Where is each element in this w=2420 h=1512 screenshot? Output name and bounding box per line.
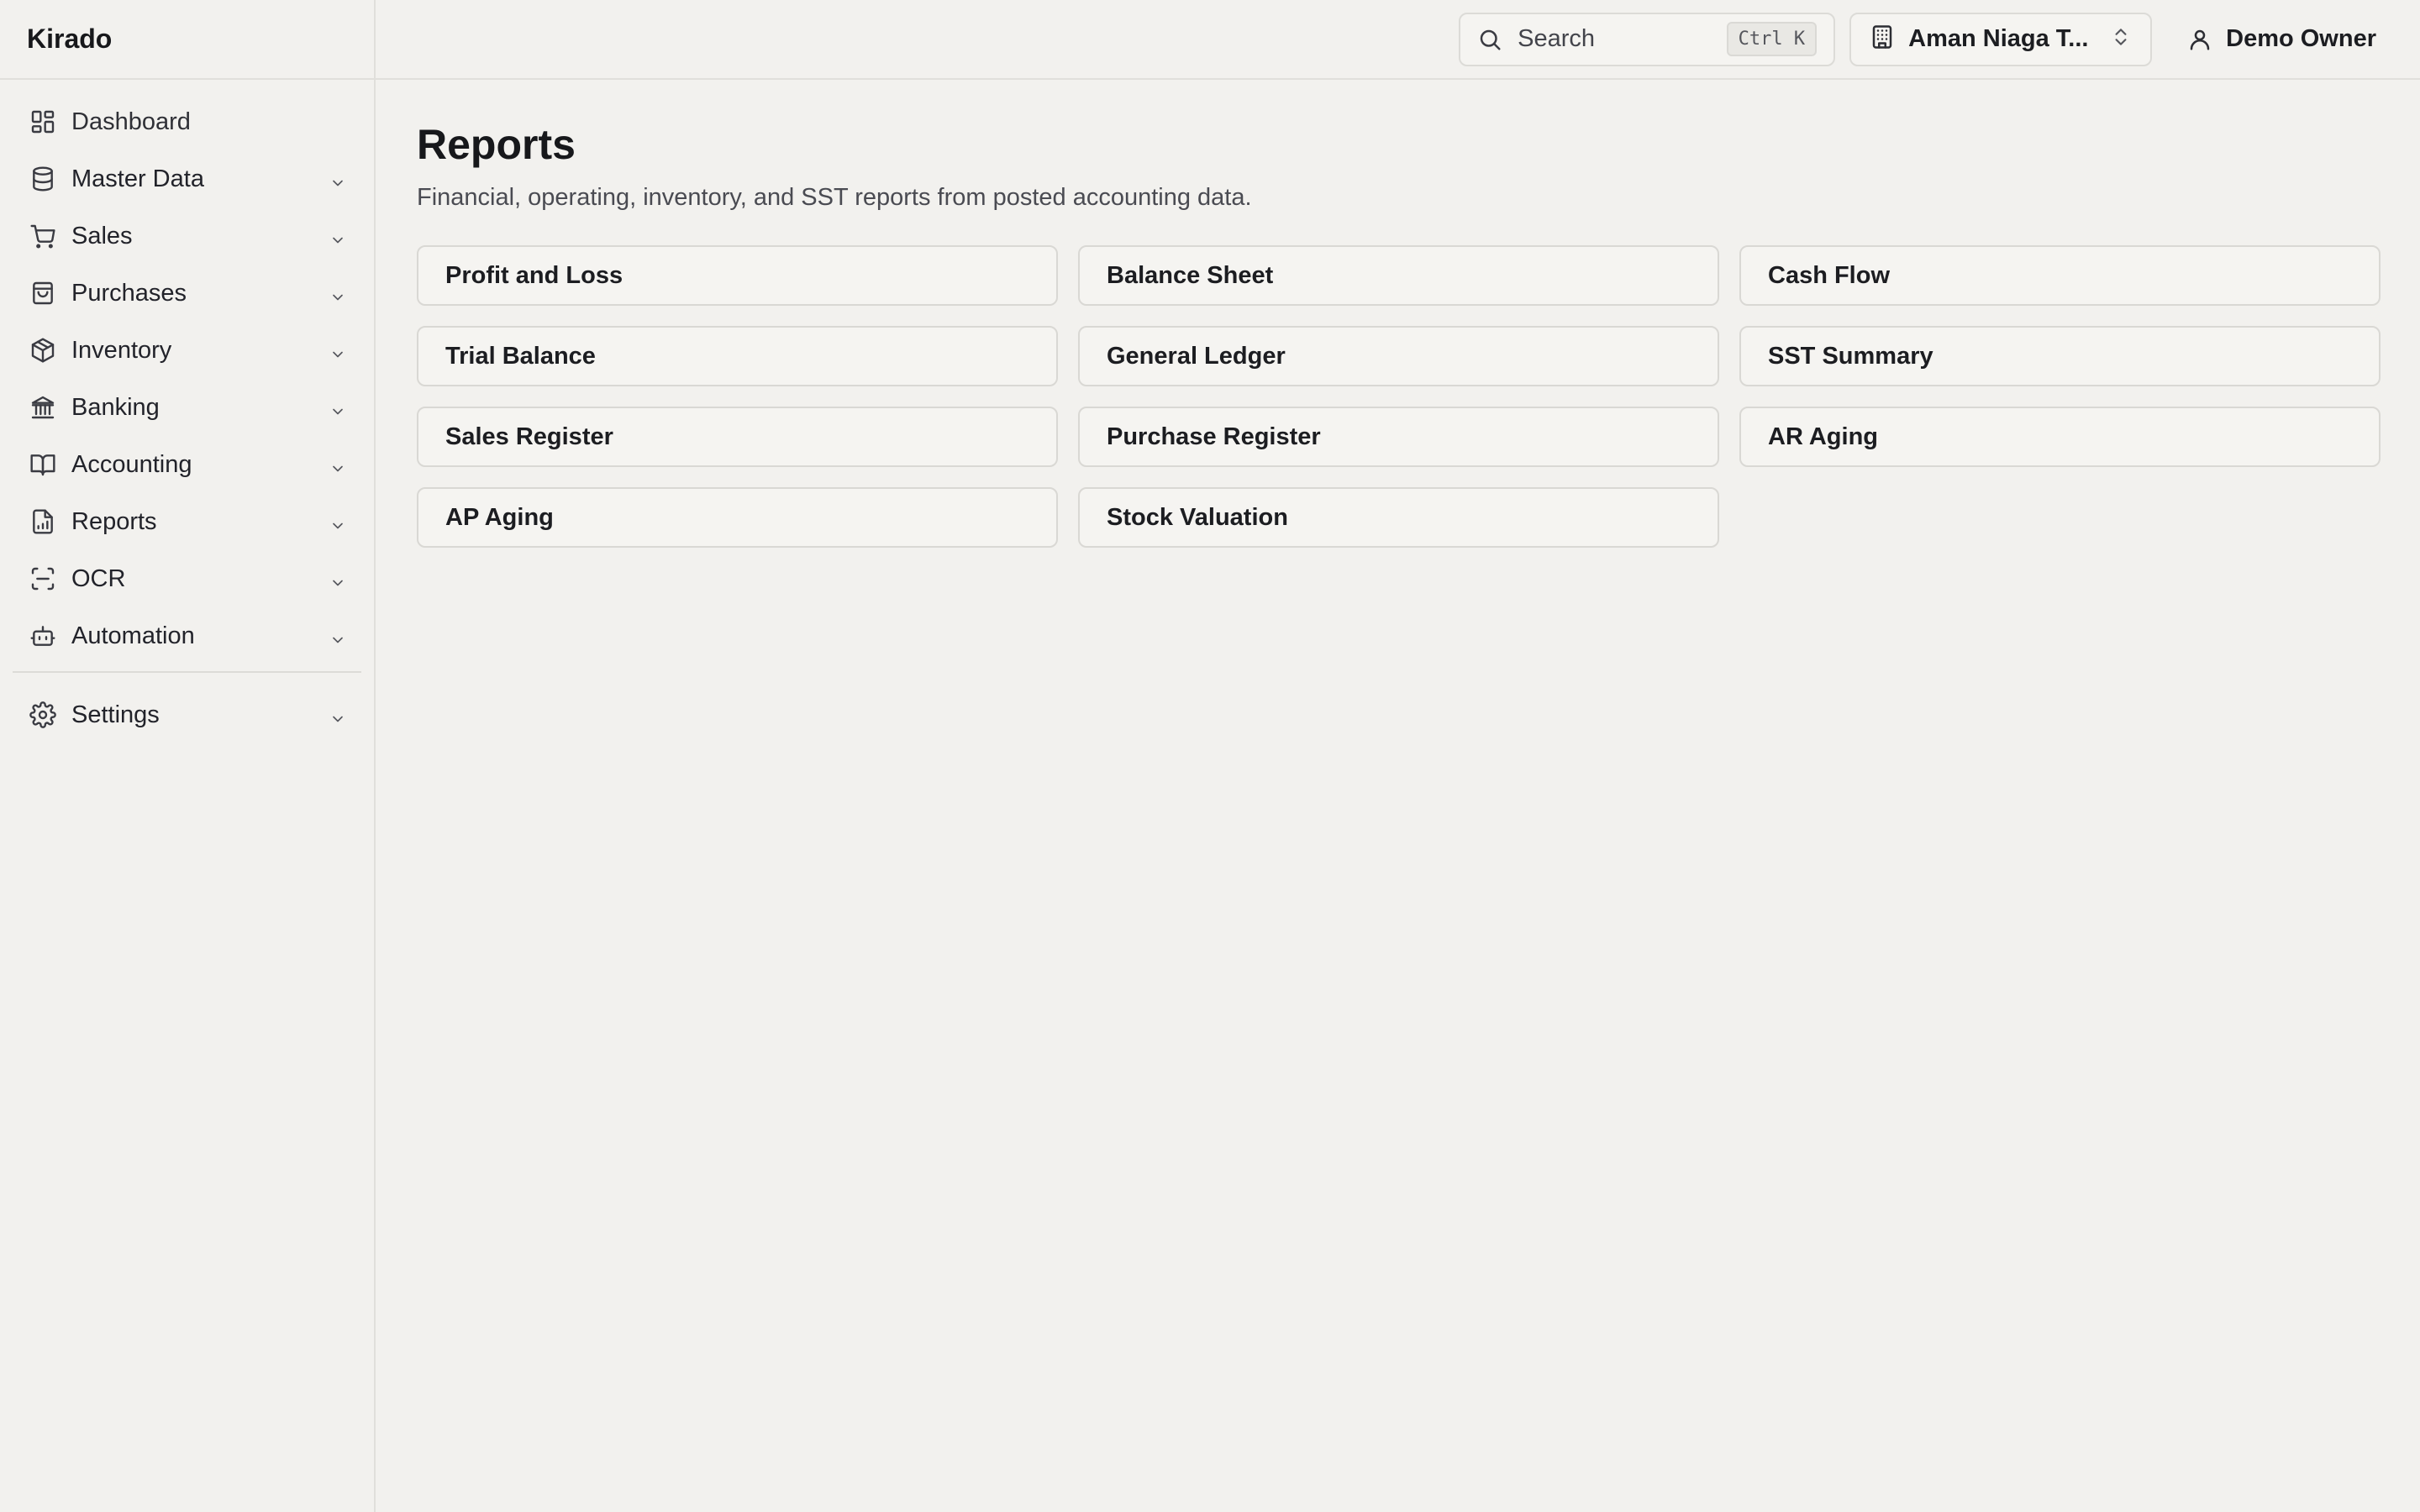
- chevron-down-icon: [329, 285, 346, 302]
- database-icon: [29, 165, 56, 192]
- brand-logo[interactable]: Kirado: [0, 0, 374, 80]
- user-name: Demo Owner: [2226, 25, 2376, 52]
- report-grid: Profit and Loss Balance Sheet Cash Flow …: [417, 245, 2381, 548]
- sidebar-item-label: OCR: [71, 564, 126, 592]
- bot-icon: [29, 622, 56, 649]
- chevron-down-icon: [329, 171, 346, 187]
- main-content: Reports Financial, operating, inventory,…: [417, 80, 2381, 548]
- report-link-general-ledger[interactable]: General Ledger: [1078, 326, 1719, 386]
- bank-icon: [29, 394, 56, 421]
- topbar: Search Ctrl K Aman Niaga T... Demo Owner: [376, 0, 2420, 80]
- report-link-profit-and-loss[interactable]: Profit and Loss: [417, 245, 1058, 306]
- scan-icon: [29, 565, 56, 592]
- page-title: Reports: [417, 121, 576, 168]
- report-link-sst-summary[interactable]: SST Summary: [1739, 326, 2381, 386]
- book-icon: [29, 451, 56, 478]
- chevron-down-icon: [329, 399, 346, 416]
- report-link-trial-balance[interactable]: Trial Balance: [417, 326, 1058, 386]
- sidebar-item-label: Dashboard: [71, 108, 191, 135]
- report-link-purchase-register[interactable]: Purchase Register: [1078, 407, 1719, 467]
- sidebar: Kirado Dashboard Master Data Sales Purch…: [0, 0, 376, 1512]
- sidebar-item-reports[interactable]: Reports: [13, 493, 361, 550]
- report-link-sales-register[interactable]: Sales Register: [417, 407, 1058, 467]
- company-switcher[interactable]: Aman Niaga T...: [1849, 12, 2153, 66]
- sidebar-item-label: Automation: [71, 622, 195, 649]
- sidebar-item-label: Settings: [71, 701, 160, 728]
- report-link-ap-aging[interactable]: AP Aging: [417, 487, 1058, 548]
- search-placeholder: Search: [1518, 25, 1596, 52]
- sidebar-item-inventory[interactable]: Inventory: [13, 322, 361, 379]
- chevron-down-icon: [329, 342, 346, 359]
- package-icon: [29, 337, 56, 364]
- search-input[interactable]: Search Ctrl K: [1459, 12, 1836, 66]
- report-link-stock-valuation[interactable]: Stock Valuation: [1078, 487, 1719, 548]
- report-link-balance-sheet[interactable]: Balance Sheet: [1078, 245, 1719, 306]
- app-root: Kirado Dashboard Master Data Sales Purch…: [0, 0, 2420, 1512]
- sidebar-item-master-data[interactable]: Master Data: [13, 150, 361, 207]
- chevron-down-icon: [329, 570, 346, 587]
- report-link-ar-aging[interactable]: AR Aging: [1739, 407, 2381, 467]
- chevron-down-icon: [329, 513, 346, 530]
- sidebar-divider: [13, 671, 361, 673]
- sidebar-item-purchases[interactable]: Purchases: [13, 265, 361, 322]
- chevron-down-icon: [329, 456, 346, 473]
- sidebar-item-settings[interactable]: Settings: [13, 686, 361, 743]
- chevron-down-icon: [329, 228, 346, 244]
- gear-icon: [29, 701, 56, 728]
- sidebar-nav: Dashboard Master Data Sales Purchases In…: [0, 93, 374, 743]
- shopping-bag-icon: [29, 280, 56, 307]
- sidebar-item-label: Master Data: [71, 165, 204, 192]
- building-icon: [1870, 24, 1895, 54]
- sidebar-item-label: Accounting: [71, 450, 192, 478]
- chevron-down-icon: [329, 627, 346, 644]
- sidebar-item-automation[interactable]: Automation: [13, 607, 361, 664]
- sidebar-item-label: Reports: [71, 507, 157, 535]
- sidebar-item-sales[interactable]: Sales: [13, 207, 361, 265]
- sidebar-item-banking[interactable]: Banking: [13, 379, 361, 436]
- user-menu-button[interactable]: Demo Owner: [2177, 13, 2386, 66]
- sidebar-item-label: Purchases: [71, 279, 187, 307]
- sidebar-item-label: Sales: [71, 222, 133, 249]
- page-subtitle: Financial, operating, inventory, and SST…: [417, 184, 1252, 211]
- company-name: Aman Niaga T...: [1908, 25, 2089, 52]
- sidebar-item-dashboard[interactable]: Dashboard: [13, 93, 361, 150]
- dashboard-icon: [29, 108, 56, 135]
- sidebar-item-label: Inventory: [71, 336, 172, 364]
- search-icon: [1480, 29, 1501, 50]
- sidebar-item-ocr[interactable]: OCR: [13, 550, 361, 607]
- search-shortcut-badge: Ctrl K: [1726, 22, 1818, 56]
- sidebar-item-label: Banking: [71, 393, 160, 421]
- chevron-down-icon: [329, 706, 346, 723]
- report-file-icon: [29, 508, 56, 535]
- chevrons-up-down-icon: [2110, 26, 2132, 52]
- user-icon: [2190, 29, 2210, 50]
- report-link-cash-flow[interactable]: Cash Flow: [1739, 245, 2381, 306]
- cart-icon: [29, 223, 56, 249]
- sidebar-item-accounting[interactable]: Accounting: [13, 436, 361, 493]
